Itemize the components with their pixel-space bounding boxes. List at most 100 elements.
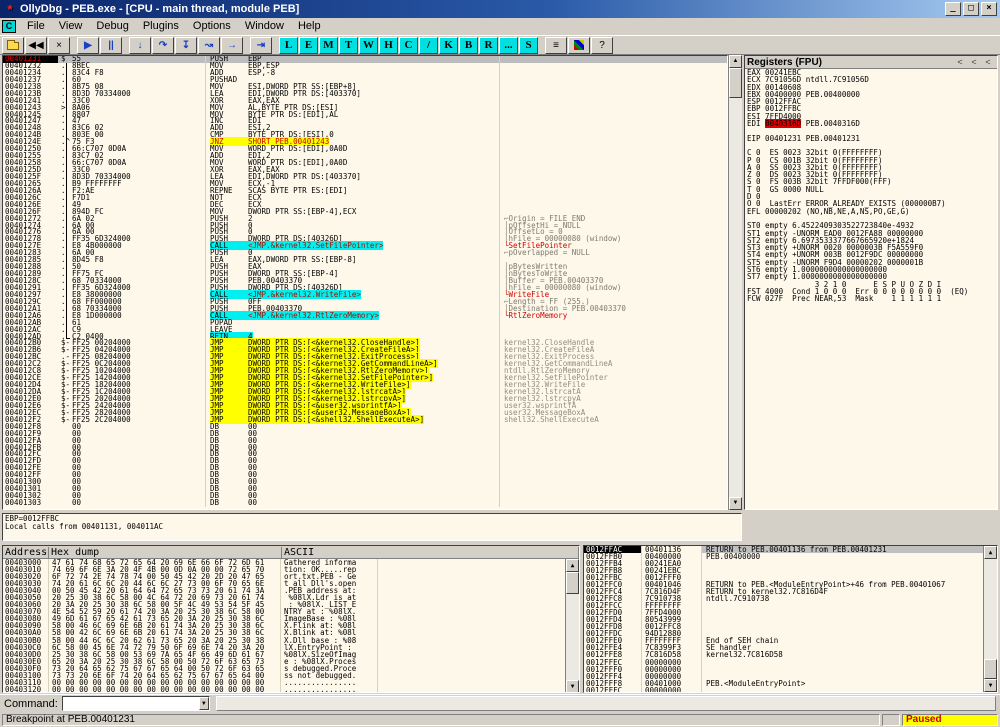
view-source-button[interactable]: S xyxy=(519,37,538,54)
scroll-down-icon[interactable]: ▼ xyxy=(729,497,742,510)
execute-till-return-button[interactable]: → xyxy=(221,37,243,54)
register-line[interactable]: T 0 GS 0000 NULL xyxy=(745,186,997,193)
view-cpu-button[interactable]: C xyxy=(399,37,418,54)
scroll-up-icon[interactable]: ▲ xyxy=(984,546,997,559)
view-executables-button[interactable]: E xyxy=(299,37,318,54)
disasm-row[interactable]: 0040123B.8D3D 70334000LEAEDI,DWORD PTR D… xyxy=(3,91,727,98)
title-bar[interactable]: * OllyDbg - PEB.exe - [CPU - main thread… xyxy=(0,0,1000,18)
disasm-row[interactable]: 0040126E.49DECECX xyxy=(3,202,727,209)
register-line[interactable]: FCW 027F Prec NEAR,53 Mask 1 1 1 1 1 1 xyxy=(745,295,997,302)
view-run-trace-button[interactable]: ... xyxy=(499,37,518,54)
disasm-row[interactable]: 00401234.83C4 F8ADDESP,-8 xyxy=(3,70,727,77)
disasm-row[interactable]: 00401265.B9 FFFFFFFFMOVECX,-1 xyxy=(3,181,727,188)
scroll-thumb[interactable] xyxy=(566,572,579,594)
disasm-row[interactable]: 00401272.6A 02PUSH2⌐Origin = FILE_END xyxy=(3,216,727,223)
disasm-row[interactable]: 0040130200DB00 xyxy=(3,493,727,500)
cpu-window-icon[interactable]: C xyxy=(2,20,16,33)
disasm-row[interactable]: 00401232.8BECMOVEBP,ESP xyxy=(3,63,727,70)
disasm-row[interactable]: 004012F2$-FF25 2C204000JMPDWORD PTR DS:[… xyxy=(3,417,727,424)
menu-item-help[interactable]: Help xyxy=(291,19,328,34)
restart-button[interactable]: ◀◀ xyxy=(25,37,47,54)
dump-header-hex[interactable]: Hex dump xyxy=(49,547,282,558)
view-call-stack-button[interactable]: K xyxy=(439,37,458,54)
dump-pane[interactable]: Address Hex dump ASCII 0040300047 61 74 … xyxy=(2,545,580,693)
chevron-down-icon[interactable]: ▼ xyxy=(199,697,209,710)
step-into-button[interactable]: ↓ xyxy=(129,37,151,54)
registers-pane-button-2[interactable]: < xyxy=(981,57,995,67)
animate-over-button[interactable]: ↝ xyxy=(198,37,220,54)
disasm-row[interactable]: 00401231$55PUSHEBP xyxy=(3,56,727,63)
disasm-row[interactable]: 00401245.8807MOVBYTE PTR DS:[EDI],AL xyxy=(3,112,727,119)
disassembly-scrollbar[interactable]: ▲ ▼ xyxy=(728,55,742,510)
view-handles-button[interactable]: H xyxy=(379,37,398,54)
disasm-row[interactable]: 00401237.60PUSHAD xyxy=(3,77,727,84)
scroll-thumb[interactable] xyxy=(984,659,997,679)
disasm-row[interactable]: 004012AC.C9LEAVE xyxy=(3,327,727,334)
disasm-row[interactable]: 0040130000DB00 xyxy=(3,479,727,486)
run-button[interactable]: ▶ xyxy=(77,37,99,54)
menu-item-debug[interactable]: Debug xyxy=(89,19,135,34)
dump-header-address[interactable]: Address xyxy=(3,547,49,558)
view-threads-button[interactable]: T xyxy=(339,37,358,54)
restore-button[interactable]: □ xyxy=(963,2,979,16)
command-combo[interactable]: ▼ xyxy=(62,696,210,711)
appearance-button[interactable] xyxy=(568,37,590,54)
minimize-button[interactable]: _ xyxy=(945,2,961,16)
register-line[interactable]: EFL 00000202 (NO,NB,NE,A,NS,PO,GE,G) xyxy=(745,208,997,215)
pause-button[interactable]: || xyxy=(100,37,122,54)
dump-row[interactable]: 0040312000 00 00 00 00 00 00 00 00 00 00… xyxy=(3,686,579,693)
menu-item-file[interactable]: File xyxy=(20,19,52,34)
disasm-row[interactable]: 0040126A.F2:AEREPNESCAS BYTE PTR ES:[EDI… xyxy=(3,188,727,195)
disasm-row[interactable]: 004012A6.E8 1D000000CALL<JMP.&kernel32.R… xyxy=(3,313,727,320)
disasm-row[interactable]: 004012F900DB00 xyxy=(3,431,727,438)
animate-into-button[interactable]: ↧ xyxy=(175,37,197,54)
disasm-row[interactable]: 004012F800DB00 xyxy=(3,424,727,431)
disassembly-pane[interactable]: 00401231$55PUSHEBP00401232.8BECMOVEBP,ES… xyxy=(2,55,728,510)
disasm-row[interactable]: 00401243>8A06MOVAL,BYTE PTR DS:[ESI] xyxy=(3,105,727,112)
disasm-row[interactable]: 0040127E.E8 4B000000CALL<JMP.&kernel32.S… xyxy=(3,243,727,250)
menu-item-options[interactable]: Options xyxy=(186,19,238,34)
disasm-row[interactable]: 004012AB.61POPAD xyxy=(3,320,727,327)
registers-pane-button-1[interactable]: < xyxy=(967,57,981,67)
close-program-button[interactable]: × xyxy=(48,37,70,54)
view-breakpoints-button[interactable]: B xyxy=(459,37,478,54)
disasm-row[interactable]: 00401288.50PUSHEAX│pBytesWritten xyxy=(3,264,727,271)
scroll-down-icon[interactable]: ▼ xyxy=(566,680,579,693)
view-references-button[interactable]: R xyxy=(479,37,498,54)
step-over-button[interactable]: ↷ xyxy=(152,37,174,54)
disasm-row[interactable]: 00401285.8D45 F8LEAEAX,DWORD PTR SS:[EBP… xyxy=(3,257,727,264)
disasm-row[interactable]: 0040126F.894D FCMOVDWORD PTR SS:[EBP-4],… xyxy=(3,209,727,216)
close-button[interactable]: × xyxy=(981,2,997,16)
disasm-row[interactable]: 00401250.66:C707 0D0AMOVWORD PTR DS:[EDI… xyxy=(3,146,727,153)
view-log-button[interactable]: L xyxy=(279,37,298,54)
menu-item-window[interactable]: Window xyxy=(238,19,291,34)
view-patches-button[interactable]: / xyxy=(419,37,438,54)
registers-pane[interactable]: Registers (FPU) <<< EAX 00241EBCECX 7C91… xyxy=(744,55,998,510)
disasm-row[interactable]: 0040124B.803E 00CMPBYTE PTR DS:[ESI],0 xyxy=(3,132,727,139)
command-input[interactable] xyxy=(63,697,199,710)
disasm-row[interactable]: 00401247.47INCEDI xyxy=(3,118,727,125)
disasm-row[interactable]: 00401258.66:C707 0D0AMOVWORD PTR DS:[EDI… xyxy=(3,160,727,167)
disasm-row[interactable]: 00401241.33C0XOREAX,EAX xyxy=(3,98,727,105)
disasm-row[interactable]: 00401283.6A 00PUSH0⌐pOverlapped = NULL xyxy=(3,250,727,257)
stack-scrollbar[interactable]: ▲ ▼ xyxy=(983,546,997,692)
disasm-row[interactable]: 004012FA00DB00 xyxy=(3,438,727,445)
disasm-row[interactable]: 0040126C.F7D1NOTECX xyxy=(3,195,727,202)
menu-item-plugins[interactable]: Plugins xyxy=(136,19,186,34)
go-to-address-button[interactable]: ⇥ xyxy=(250,37,272,54)
disasm-row[interactable]: 00401248.83C6 02ADDESI,2 xyxy=(3,125,727,132)
view-list-button[interactable]: ≡ xyxy=(545,37,567,54)
dump-header-ascii[interactable]: ASCII xyxy=(282,547,579,558)
view-windows-button[interactable]: W xyxy=(359,37,378,54)
dump-scrollbar[interactable]: ▲ ▼ xyxy=(565,559,579,693)
disasm-row[interactable]: 0040130100DB00 xyxy=(3,486,727,493)
open-file-button[interactable] xyxy=(2,37,24,54)
register-line[interactable]: EIP 00401231 PEB.00401231 xyxy=(745,135,997,142)
disasm-row[interactable]: 004012FF00DB00 xyxy=(3,472,727,479)
disasm-row[interactable]: 004012FB00DB00 xyxy=(3,445,727,452)
disasm-row[interactable]: 004012FC00DB00 xyxy=(3,451,727,458)
disasm-row[interactable]: 0040130300DB00 xyxy=(3,500,727,507)
scroll-up-icon[interactable]: ▲ xyxy=(729,55,742,68)
scroll-thumb[interactable] xyxy=(729,68,742,98)
stack-row[interactable]: 0012FFFC00000000 xyxy=(584,687,997,693)
